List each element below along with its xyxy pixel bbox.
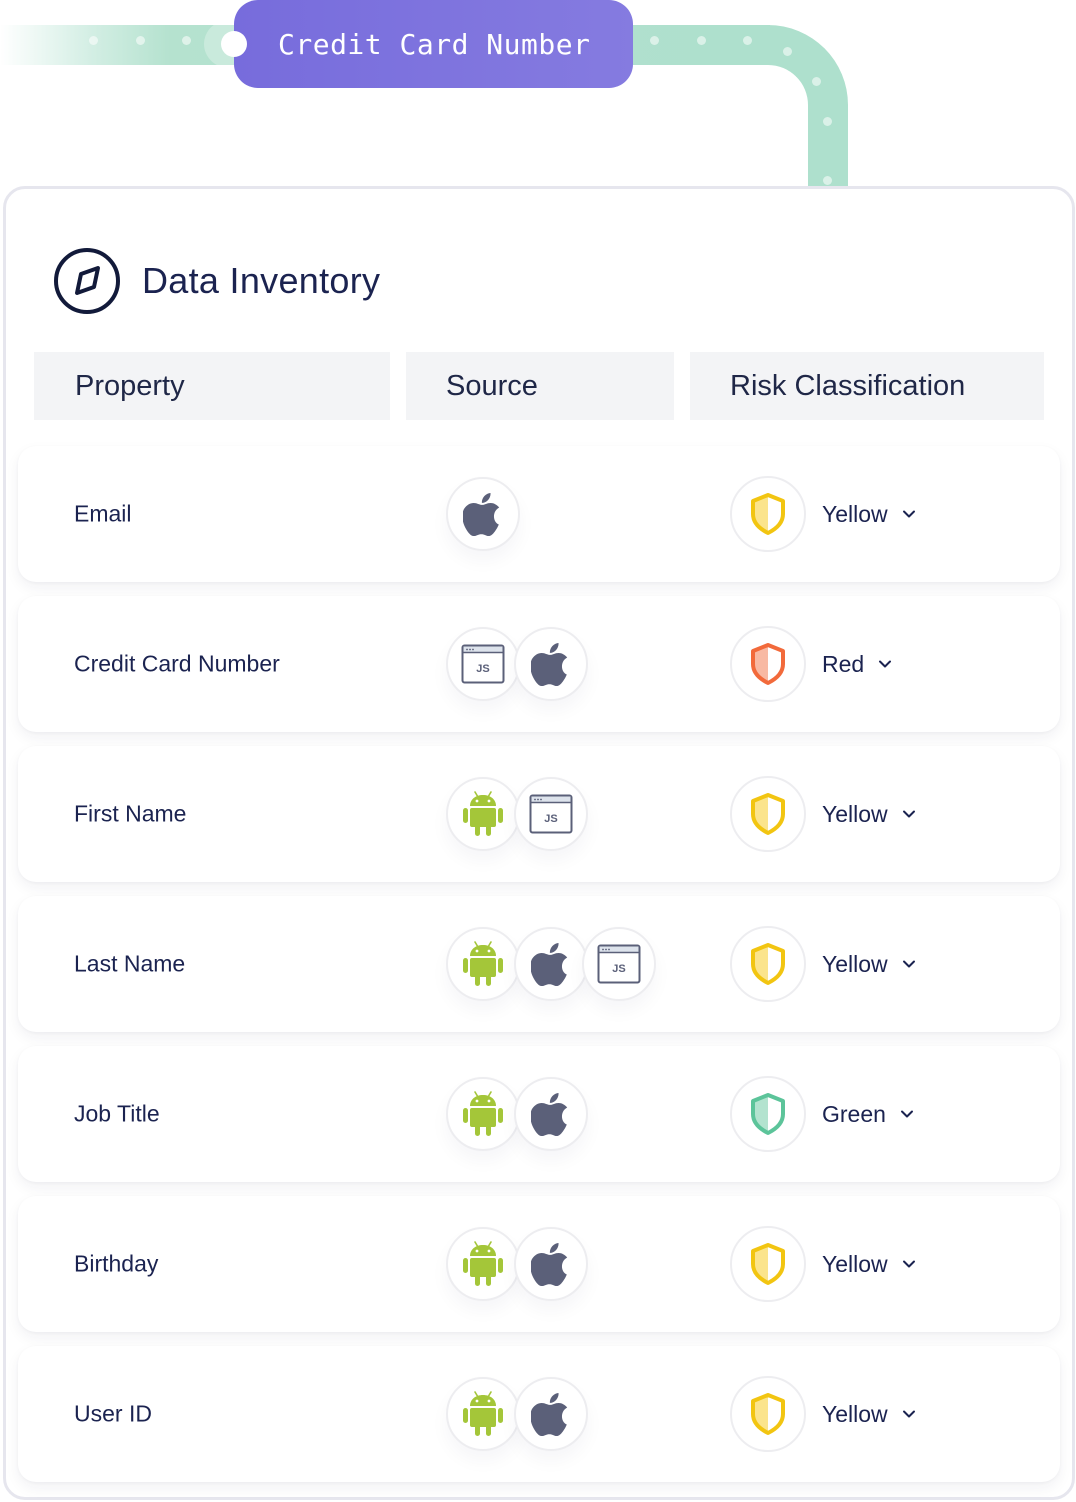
chevron-down-icon [902,810,915,818]
android-icon [446,1227,520,1301]
chevron-down-icon [902,1260,915,1268]
javascript-icon: JS [582,927,656,1001]
flow-node [221,31,247,57]
chevron-down-icon [879,660,892,668]
flow-dot [783,47,792,56]
shield-icon [730,1226,806,1302]
javascript-icon: JS [514,777,588,851]
risk-level-label: Yellow [822,500,888,527]
compass-icon [54,248,120,314]
column-header-property: Property [34,352,390,420]
apple-icon [514,1377,588,1451]
chevron-down-icon [902,510,915,518]
risk-level-label: Yellow [822,800,888,827]
risk-level-label: Yellow [822,1250,888,1277]
table-row: User ID Yellow [18,1346,1060,1482]
source-list: JS [446,627,588,701]
shield-icon [730,776,806,852]
risk-classification-dropdown[interactable]: Yellow [730,1226,916,1302]
apple-icon [514,1077,588,1151]
android-icon [446,1077,520,1151]
property-name: Job Title [74,1100,160,1127]
risk-level-label: Yellow [822,950,888,977]
android-icon [446,927,520,1001]
card-header: Data Inventory [53,247,380,315]
data-element-tag-label: Credit Card Number [278,27,591,61]
data-flow-track-curve [690,25,848,187]
shield-icon [730,926,806,1002]
property-name: Birthday [74,1250,159,1277]
apple-icon [446,477,520,551]
column-header-risk-classification: Risk Classification [690,352,1044,420]
source-list [446,1077,588,1151]
android-icon [446,1377,520,1451]
property-name: Email [74,500,132,527]
chevron-down-icon [902,1410,915,1418]
flow-dot [697,36,706,45]
source-list: JS [446,777,588,851]
javascript-icon: JS [446,627,520,701]
risk-level-label: Red [822,650,865,677]
risk-classification-dropdown[interactable]: Green [730,1076,914,1152]
flow-dot [182,36,191,45]
flow-dot [812,77,821,86]
column-header-source: Source [406,352,674,420]
shield-icon [730,1076,806,1152]
table-row: First Name JS Yellow [18,746,1060,882]
risk-classification-dropdown[interactable]: Yellow [730,1376,916,1452]
source-list [446,477,520,551]
table-row: Credit Card Number JS Red [18,596,1060,732]
apple-icon [514,627,588,701]
table-row: Birthday Yellow [18,1196,1060,1332]
property-name: First Name [74,800,187,827]
property-name: User ID [74,1400,152,1427]
flow-dot [136,36,145,45]
column-header-label: Property [75,369,185,402]
apple-icon [514,927,588,1001]
apple-icon [514,1227,588,1301]
svg-text:JS: JS [612,963,625,975]
android-icon [446,777,520,851]
shield-icon [730,626,806,702]
flow-dot [743,36,752,45]
risk-classification-dropdown[interactable]: Yellow [730,926,916,1002]
column-header-label: Source [446,369,538,402]
table-row: Last Name JS Yellow [18,896,1060,1032]
column-header-label: Risk Classification [730,369,966,402]
table-row: Email Yellow [18,446,1060,582]
source-list [446,1227,588,1301]
data-element-tag: Credit Card Number [234,0,633,88]
flow-dot [650,36,659,45]
property-name: Last Name [74,950,186,977]
svg-text:JS: JS [544,813,557,825]
chevron-down-icon [900,1110,913,1118]
table-row: Job Title Green [18,1046,1060,1182]
source-list [446,1377,588,1451]
property-name: Credit Card Number [74,650,280,677]
risk-classification-dropdown[interactable]: Yellow [730,776,916,852]
shield-icon [730,1376,806,1452]
chevron-down-icon [902,960,915,968]
source-list: JS [446,927,656,1001]
flow-dot [823,117,832,126]
flow-dot [823,176,832,185]
risk-level-label: Yellow [822,1400,888,1427]
svg-text:JS: JS [476,663,489,675]
flow-dot [89,36,98,45]
page-title: Data Inventory [142,260,381,301]
risk-classification-dropdown[interactable]: Yellow [730,476,916,552]
risk-classification-dropdown[interactable]: Red [730,626,892,702]
risk-level-label: Green [822,1100,886,1127]
shield-icon [730,476,806,552]
